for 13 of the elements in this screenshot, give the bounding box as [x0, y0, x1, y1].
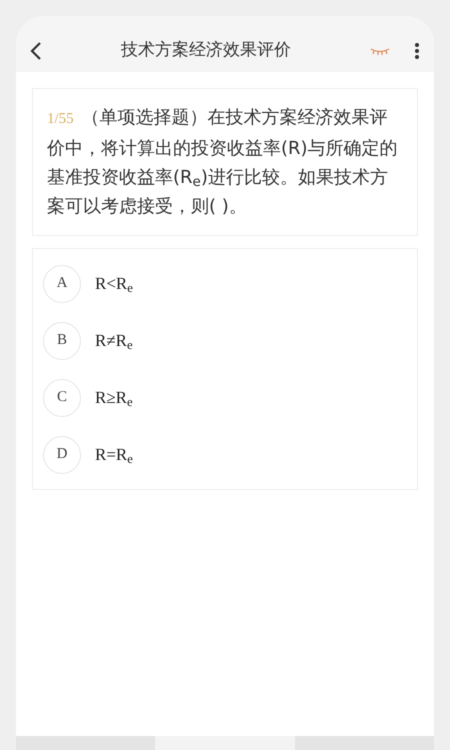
eye-closed-icon[interactable] [370, 47, 390, 55]
option-letter[interactable]: D [43, 436, 81, 474]
option-letter[interactable]: A [43, 264, 81, 302]
back-icon[interactable] [30, 41, 42, 61]
more-icon[interactable] [414, 42, 420, 60]
option-letter[interactable]: B [43, 322, 81, 360]
option-text[interactable]: R=R$_{e}$ [95, 442, 133, 468]
option-text[interactable]: R≥R$_{e}$ [95, 384, 133, 410]
option-text[interactable]: R<R$_{e}$ [95, 270, 133, 296]
option-letter[interactable]: C [43, 378, 81, 416]
page-title: 技术方案经济效果评价 [121, 40, 291, 60]
question-text: 1/55 （单项选择题）在技术方案经济效果评价中，将计算出的投资收益率(R)与所确定的基准投资收益率(R$_{e}$)进行比较。如果技术方案可以考虑接受，则( )。 [47, 106, 399, 219]
option-text[interactable]: R≠R$_{e}$ [95, 328, 133, 354]
